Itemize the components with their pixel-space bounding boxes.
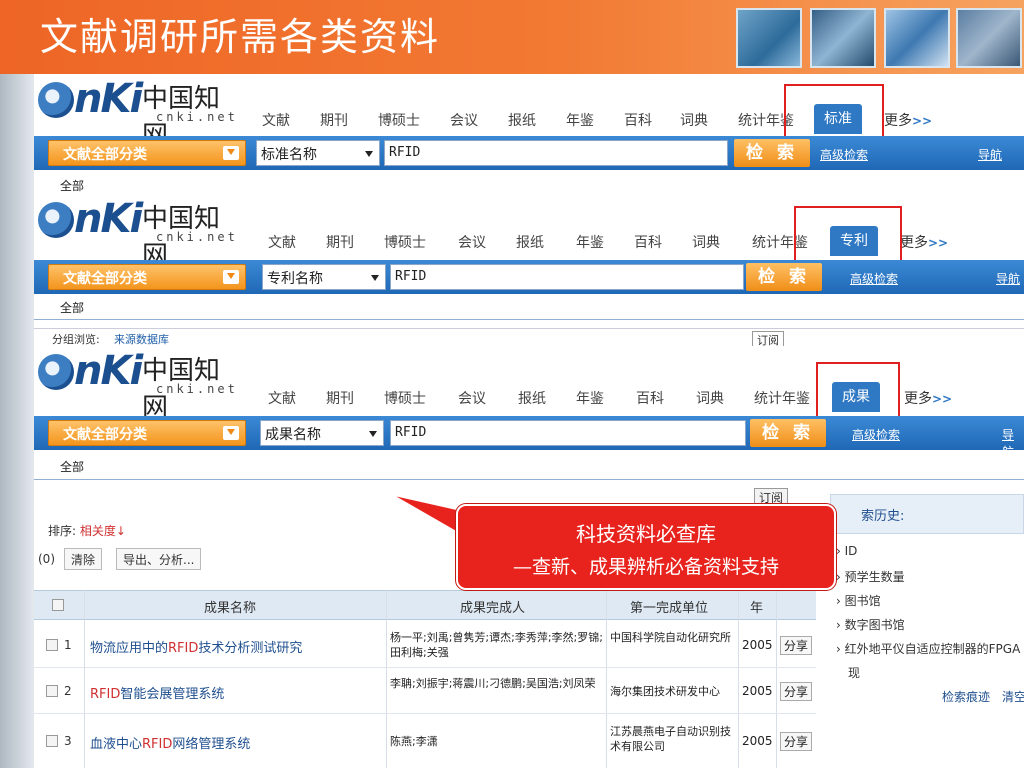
callout-title: 科技资料必查库 bbox=[576, 522, 716, 546]
callout-subtitle: —查新、成果辨析必备资料支持 bbox=[512, 556, 779, 578]
callout-box: 科技资料必查库 —查新、成果辨析必备资料支持 bbox=[456, 504, 836, 590]
callout-pointer bbox=[389, 493, 471, 542]
